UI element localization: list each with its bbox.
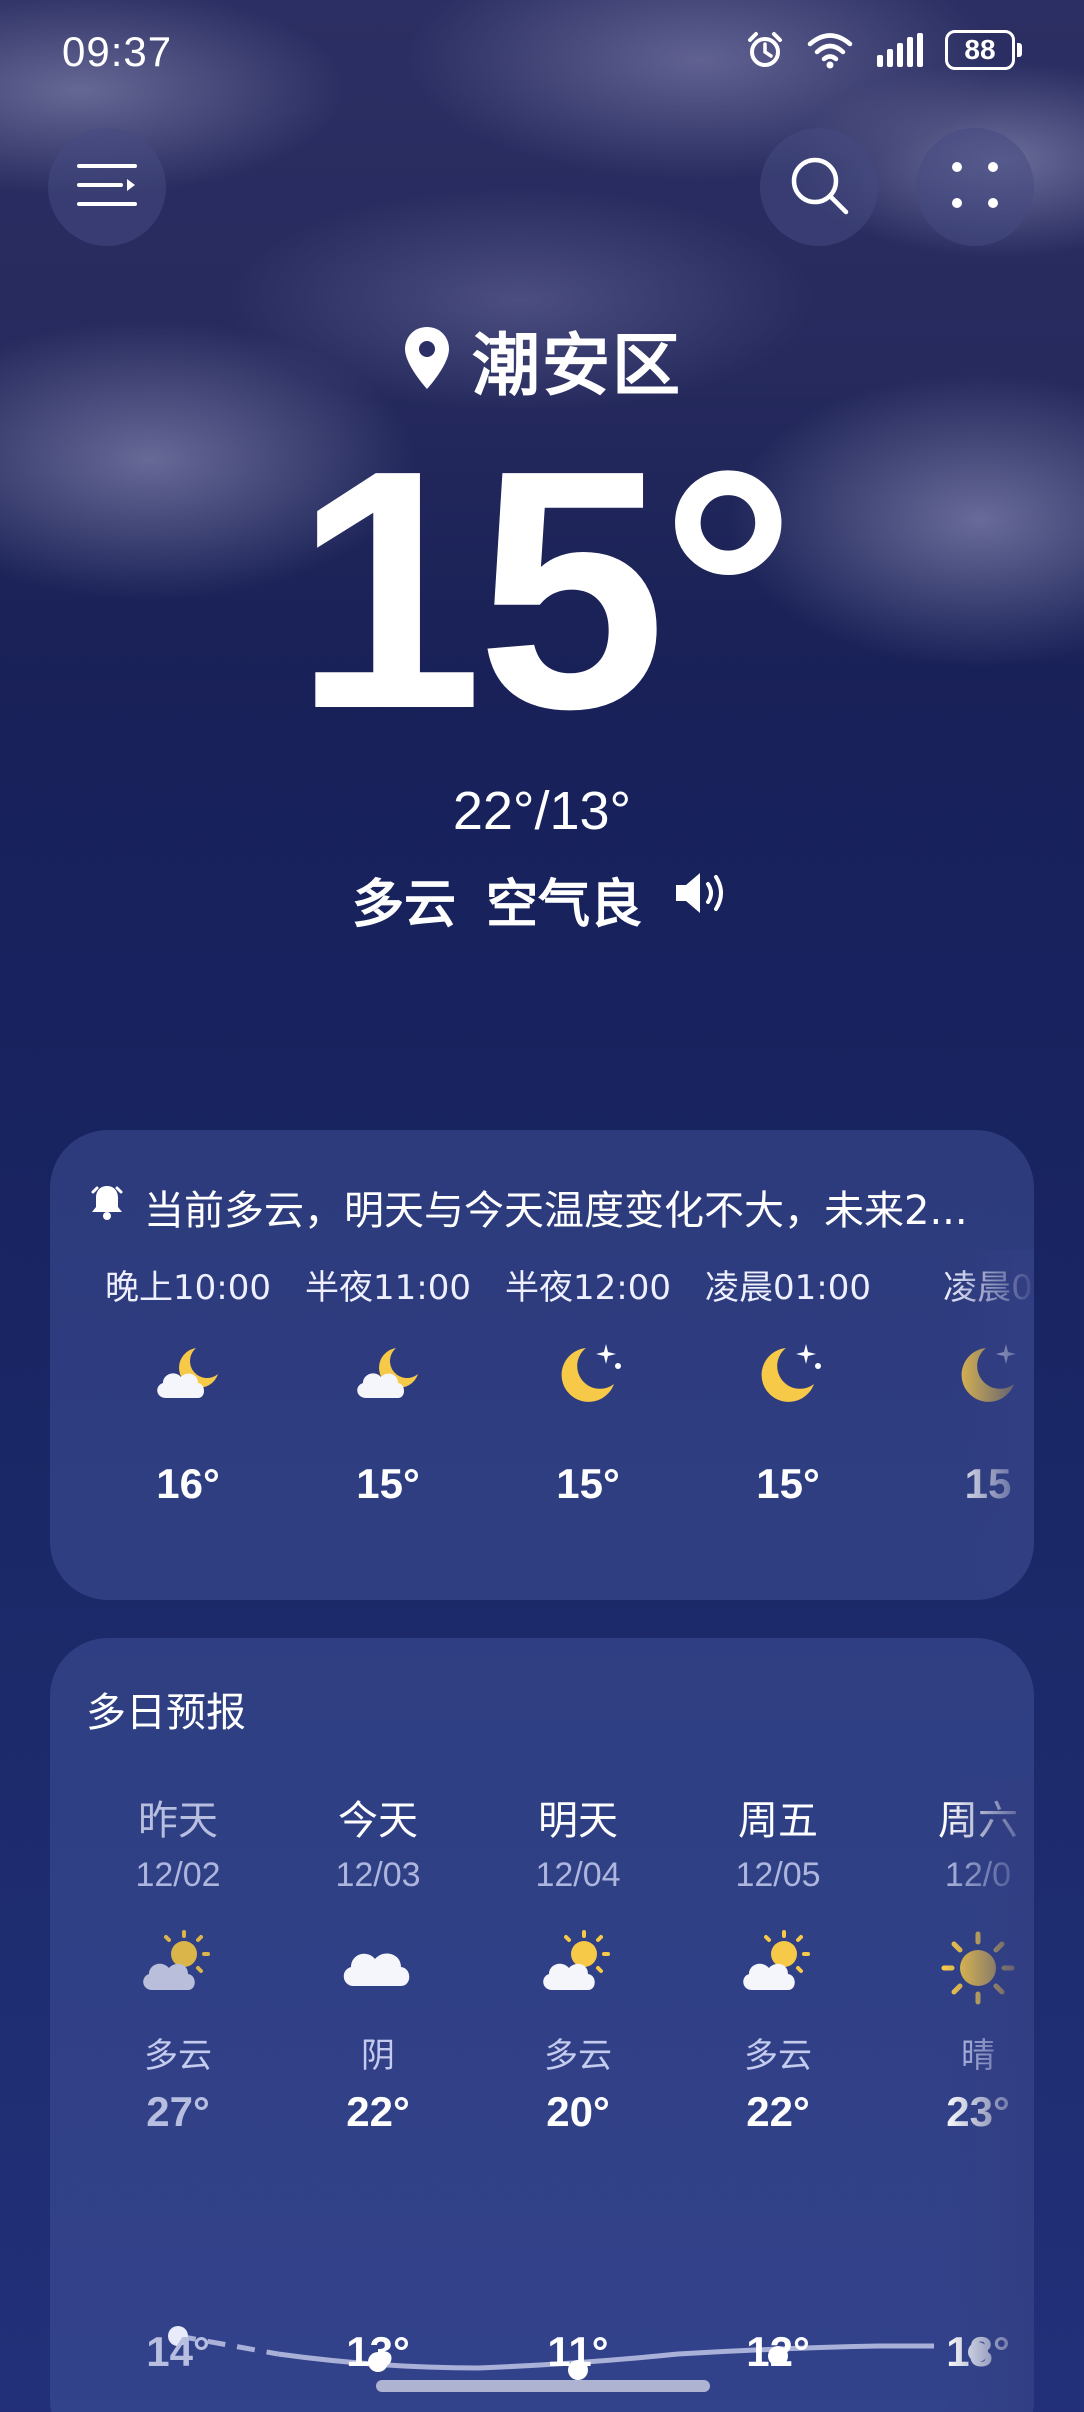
- temperature-range: 22°/13°: [452, 781, 632, 841]
- day-date: 12/02: [135, 1856, 221, 1894]
- hour-item: 半夜11:00 15°: [288, 1260, 488, 1507]
- clear-night-icon: [550, 1340, 626, 1414]
- battery-tip: [1017, 43, 1022, 57]
- hourly-list[interactable]: 晚上10:00 16° 半夜11:00 15° 半夜12:00 15° 凌晨01…: [50, 1260, 1034, 1580]
- signal-icon: [875, 33, 923, 67]
- hour-temp: 16°: [156, 1460, 220, 1507]
- day-date: 12/03: [335, 1856, 421, 1894]
- day-high: 20°: [546, 2088, 610, 2135]
- day-item-friday[interactable]: 周五 12/05 多云 22° 12°: [678, 1788, 878, 2375]
- scroll-fade: [944, 1778, 1034, 2412]
- partly-cloudy-icon: [738, 1928, 818, 2002]
- battery-icon: 88: [945, 30, 1022, 70]
- alarm-icon: [745, 30, 785, 70]
- day-high: 22°: [346, 2088, 410, 2135]
- day-date: 12/05: [735, 1856, 821, 1894]
- day-name: 昨天: [138, 1798, 218, 1844]
- hour-time: 半夜12:00: [505, 1268, 671, 1308]
- wifi-icon: [807, 31, 853, 69]
- hour-item: 晚上10:00 16°: [88, 1260, 288, 1507]
- daily-forecast-card[interactable]: 多日预报 昨天 12/02 多云 27° 14° 今天 12/03 阴 22° …: [50, 1638, 1034, 2412]
- day-date: 12/04: [535, 1856, 621, 1894]
- daily-forecast-title: 多日预报: [86, 1690, 246, 1736]
- day-name: 今天: [338, 1798, 418, 1844]
- day-high: 27°: [146, 2088, 210, 2135]
- day-item-today[interactable]: 今天 12/03 阴 22° 13°: [278, 1788, 478, 2375]
- menu-icon: [75, 160, 139, 214]
- more-dots-icon: [948, 158, 1002, 216]
- hour-time: 半夜11:00: [305, 1268, 471, 1308]
- hour-item: 凌晨01:00 15°: [688, 1260, 888, 1507]
- hour-temp: 15°: [556, 1460, 620, 1507]
- day-condition: 阴: [361, 2036, 395, 2076]
- speaker-icon[interactable]: [672, 868, 732, 931]
- day-low: 13°: [346, 2328, 410, 2375]
- home-indicator[interactable]: [376, 2380, 710, 2392]
- condition-text: 多云: [351, 875, 456, 935]
- more-button[interactable]: [916, 128, 1034, 246]
- day-condition: 多云: [544, 2036, 612, 2076]
- day-high: 22°: [746, 2088, 810, 2135]
- alert-text: 当前多云，明天与今天温度变化不大，未来2...: [144, 1188, 968, 1234]
- hour-item: 半夜12:00 15°: [488, 1260, 688, 1507]
- current-condition-row: 多云 空气良: [0, 862, 1084, 937]
- cloudy-night-icon: [350, 1340, 426, 1414]
- scroll-fade: [944, 1250, 1034, 1590]
- battery-level: 88: [945, 30, 1015, 70]
- location-header[interactable]: 潮安区: [0, 310, 1084, 409]
- clear-night-icon: [750, 1340, 826, 1414]
- location-name: 潮安区: [471, 327, 682, 406]
- current-temperature: 15°: [293, 400, 796, 780]
- day-name: 明天: [538, 1798, 618, 1844]
- day-name: 周五: [738, 1798, 818, 1844]
- hour-temp: 15°: [356, 1460, 420, 1507]
- day-item-yesterday[interactable]: 昨天 12/02 多云 27° 14°: [78, 1788, 278, 2375]
- status-time: 09:37: [62, 28, 173, 75]
- hour-time: 凌晨01:00: [705, 1268, 871, 1308]
- partly-cloudy-icon: [138, 1928, 218, 2002]
- cloudy-night-icon: [150, 1340, 226, 1414]
- weather-alert[interactable]: 当前多云，明天与今天温度变化不大，未来2...: [90, 1178, 1006, 1236]
- day-item-tomorrow[interactable]: 明天 12/04 多云 20° 11°: [478, 1788, 678, 2375]
- search-button[interactable]: [760, 128, 878, 246]
- hour-temp: 15°: [756, 1460, 820, 1507]
- day-low: 14°: [146, 2328, 210, 2375]
- day-condition: 多云: [744, 2036, 812, 2076]
- hourly-forecast-card[interactable]: 当前多云，明天与今天温度变化不大，未来2... 晚上10:00 16° 半夜11…: [50, 1130, 1034, 1600]
- partly-cloudy-icon: [538, 1928, 618, 2002]
- status-icons: 88: [745, 30, 1022, 70]
- daily-list[interactable]: 昨天 12/02 多云 27° 14° 今天 12/03 阴 22° 13° 明…: [50, 1788, 1034, 2412]
- overcast-icon: [338, 1928, 418, 2002]
- menu-button[interactable]: [48, 128, 166, 246]
- day-low: 12°: [746, 2328, 810, 2375]
- air-quality-text: 空气良: [486, 875, 643, 935]
- day-condition: 多云: [144, 2036, 212, 2076]
- day-low: 11°: [547, 2328, 609, 2375]
- hour-time: 晚上10:00: [105, 1268, 271, 1308]
- search-icon: [788, 154, 850, 220]
- location-pin-icon: [402, 325, 452, 395]
- bell-icon: [90, 1183, 124, 1231]
- status-bar: 09:37 88: [0, 0, 1084, 110]
